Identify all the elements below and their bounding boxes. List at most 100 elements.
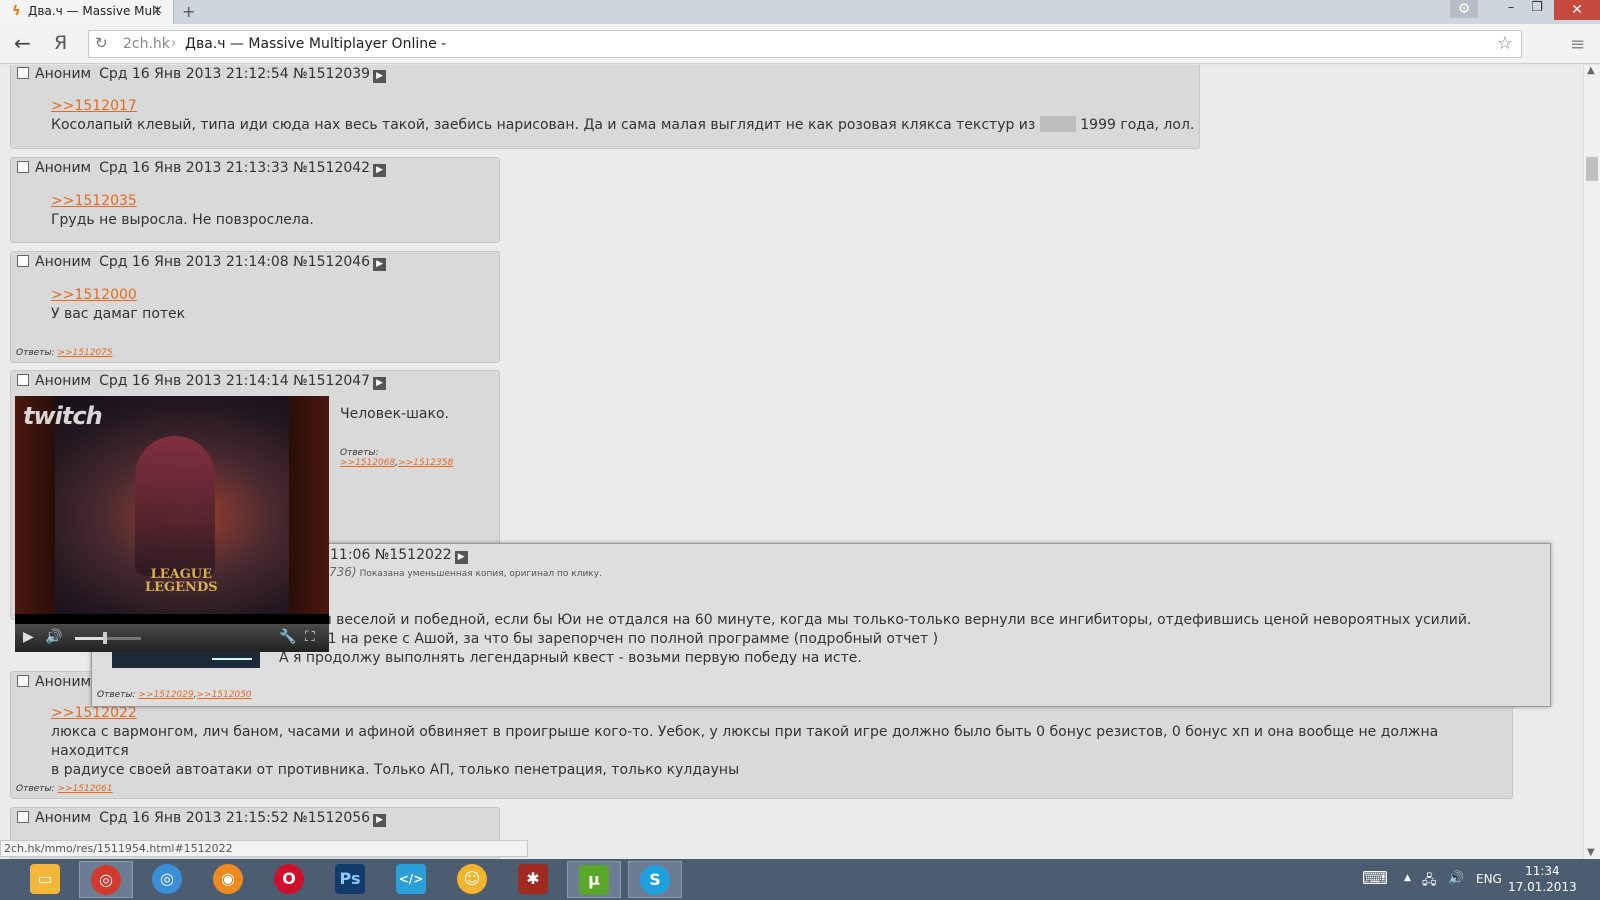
post-text: Грудь не выросла. Не повзрослела.	[51, 212, 314, 228]
post-header: Аноним Срд 16 Янв 2013 21:14:14 №1512047 ▶	[17, 373, 387, 390]
scroll-down-icon[interactable]: ▼	[1587, 847, 1595, 858]
restore-button[interactable]: ❐	[1524, 0, 1550, 20]
taskbar-settings-app[interactable]: ✱	[506, 861, 560, 898]
address-bar[interactable]: ↻ 2ch.hk › Два.ч — Massive Multiplayer O…	[88, 30, 1522, 58]
poster-name: Аноним	[35, 160, 92, 176]
taskbar-photoshop[interactable]: Ps	[323, 861, 377, 898]
post-checkbox[interactable]	[17, 374, 29, 386]
answers-label: Ответы:	[97, 690, 136, 700]
page-scrollbar[interactable]: ▲ ▼	[1583, 65, 1600, 859]
browser-menu-icon[interactable]: ≡	[1570, 34, 1585, 55]
taskbar-file-explorer[interactable]: ▭	[18, 861, 72, 898]
keyboard-icon[interactable]: ⌨	[1362, 868, 1388, 889]
taskbar-opera[interactable]: O	[262, 861, 316, 898]
yandex-browser-icon: ◎	[91, 865, 121, 895]
answer-link[interactable]: >>1512358	[398, 458, 453, 468]
settings-icon[interactable]: ⚙	[1450, 0, 1478, 18]
taskbar-utorrent[interactable]: µ	[567, 861, 621, 898]
post-checkbox[interactable]	[17, 811, 29, 823]
post-header: Аноним Срд 16 Янв 2013 21:14:08 №1512046 ▶	[17, 254, 387, 271]
post-text: Человек-шако.	[340, 406, 449, 422]
volume-handle[interactable]	[102, 632, 107, 644]
post-checkbox[interactable]	[17, 161, 29, 173]
reload-icon[interactable]: ↻	[95, 34, 108, 52]
twitch-logo: twitch	[23, 402, 103, 430]
volume-icon[interactable]: 🔊	[45, 629, 62, 645]
post-answers: Ответы: >>1512061	[16, 784, 113, 794]
expand-icon[interactable]: ▶	[373, 70, 387, 83]
scroll-up-icon[interactable]: ▲	[1587, 65, 1595, 76]
popup-body: ыла бы веселой и победной, если бы Юи не…	[279, 611, 1471, 668]
post-text: У вас дамаг потек	[51, 306, 186, 322]
taskbar-clock[interactable]: 11:34 17.01.2013	[1508, 863, 1577, 895]
expand-icon[interactable]: ▶	[373, 377, 387, 390]
post-number[interactable]: №1512056	[293, 810, 370, 826]
expand-icon[interactable]: ▶	[454, 551, 468, 564]
post-checkbox[interactable]	[17, 255, 29, 267]
post-number[interactable]: №1512047	[293, 373, 370, 389]
reply-link[interactable]: >>1512000	[51, 287, 137, 303]
post-number[interactable]: №1512039	[293, 66, 370, 82]
minimize-button[interactable]: –	[1498, 0, 1524, 20]
popup-header: 11:06 №1512022 ▶	[330, 547, 468, 564]
twitch-video-player[interactable]: twitch LEAGUE LEGENDS ▶ 🔊 🔧 ⛶	[15, 396, 329, 652]
post-text: в радиусе своей автоатаки от противника.…	[51, 762, 740, 778]
answer-link[interactable]: >>1512068	[340, 458, 395, 468]
answer-link[interactable]: >>1512029	[138, 690, 193, 700]
video-frame[interactable]: twitch LEAGUE LEGENDS	[15, 396, 329, 614]
post-answers: Ответы: >>1512068,>>1512358	[340, 448, 453, 468]
taskbar-chrome[interactable]: ◎	[140, 861, 194, 898]
post-checkbox[interactable]	[17, 67, 29, 79]
folder-icon: ▭	[30, 864, 60, 894]
reply-link[interactable]: >>1512017	[51, 98, 137, 114]
logo-line: LEGENDS	[145, 580, 218, 595]
new-tab-button[interactable]: +	[182, 2, 195, 21]
post-checkbox[interactable]	[17, 675, 29, 687]
post-body: >>1512000 У вас дамаг потек	[51, 286, 185, 324]
taskbar-yandex-browser[interactable]: ◎	[79, 861, 133, 898]
taskbar-firefox[interactable]: ◉	[201, 861, 255, 898]
answer-link[interactable]: >>1512061	[57, 784, 112, 794]
post-number[interactable]: №1512046	[293, 254, 370, 270]
post: Аноним Срд 16 Янв 2013 21:13:33 №1512042 ▶…	[10, 157, 500, 243]
reply-link[interactable]: >>1512022	[51, 705, 137, 721]
network-icon[interactable]: 🖧	[1422, 871, 1437, 893]
expand-icon[interactable]: ▶	[373, 164, 387, 177]
page-content: Аноним Срд 16 Янв 2013 21:12:54 №1512039 ▶…	[0, 65, 1583, 859]
reply-link[interactable]: >>1512035	[51, 193, 137, 209]
bookmark-star-icon[interactable]: ☆	[1497, 33, 1513, 54]
fullscreen-icon[interactable]: ⛶	[305, 629, 315, 645]
language-indicator[interactable]: ENG	[1476, 872, 1502, 886]
status-url: 2ch.hk/mmo/res/1511954.html#1512022	[0, 840, 528, 857]
post-date: Срд 16 Янв 2013 21:14:14	[99, 373, 289, 389]
close-window-button[interactable]: ✕	[1554, 0, 1600, 20]
tray-expand-icon[interactable]: ▲	[1404, 873, 1411, 883]
volume-slider[interactable]	[75, 637, 141, 640]
post-body: >>1512017 Косолапый клевый, типа иди сюд…	[51, 97, 1194, 135]
code-editor-icon: </>	[396, 864, 426, 894]
tab-close-icon[interactable]: ×	[152, 3, 163, 18]
scroll-thumb[interactable]	[1586, 157, 1598, 181]
answer-link[interactable]: >>1512050	[196, 690, 251, 700]
answer-link[interactable]: >>1512075	[57, 348, 112, 358]
tab-title: Два.ч — Massive Mult	[28, 4, 161, 18]
utorrent-icon: µ	[579, 865, 609, 895]
wrench-icon[interactable]: 🔧	[279, 629, 296, 645]
taskbar-code-editor[interactable]: </>	[384, 861, 438, 898]
yandex-icon[interactable]: Я	[54, 32, 67, 54]
thumbnail-detail	[212, 658, 252, 660]
popup-text-line: А я продолжу выполнять легендарный квест…	[279, 650, 862, 666]
back-button[interactable]: ←	[14, 31, 31, 55]
expand-icon[interactable]: ▶	[373, 258, 387, 271]
post-date: Срд 16 Янв 2013 21:15:52	[99, 810, 289, 826]
poster-name: Аноним	[35, 66, 92, 82]
sound-icon[interactable]: 🔊	[1448, 871, 1464, 886]
browser-tab[interactable]: ϟ Два.ч — Massive Mult ×	[0, 0, 174, 24]
taskbar-skype[interactable]: S	[628, 861, 682, 898]
favicon-icon: ϟ	[12, 4, 21, 19]
post-number[interactable]: №1512042	[293, 160, 370, 176]
expand-icon[interactable]: ▶	[373, 814, 387, 827]
taskbar-qip[interactable]: ☺	[445, 861, 499, 898]
post-date: Срд 16 Янв 2013 21:14:08	[99, 254, 289, 270]
play-icon[interactable]: ▶	[23, 629, 34, 645]
